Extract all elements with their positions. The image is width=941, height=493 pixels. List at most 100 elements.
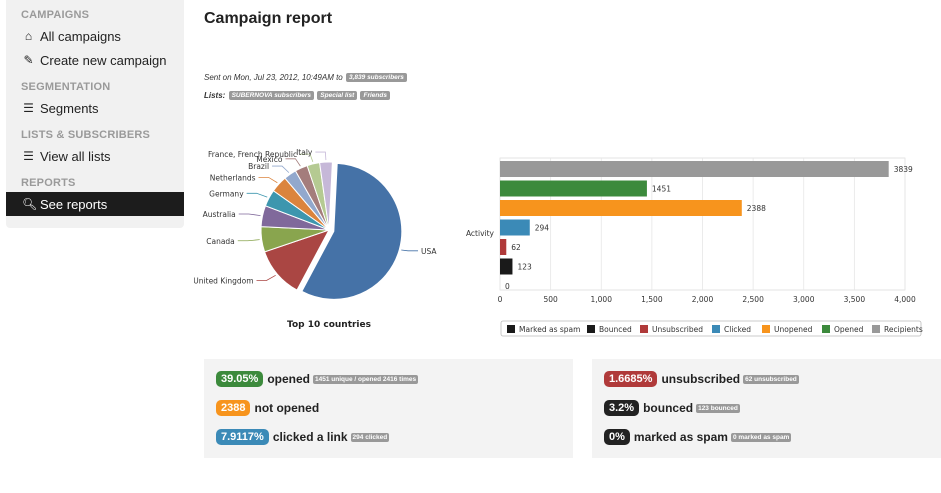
- countries-pie-chart: USA United Kingdom Canada Australia Germany N…: [194, 148, 437, 330]
- stat-label: bounced: [643, 401, 694, 415]
- stat-note-tag: 62 unsubscribed: [743, 374, 799, 384]
- x-tick-label: 3,000: [793, 295, 815, 304]
- x-tick-label: 3,500: [844, 295, 866, 304]
- search-icon: 🔍︎: [22, 197, 38, 211]
- sidebar-item-create-campaign[interactable]: ✎ Create new campaign: [6, 48, 184, 72]
- stat-row: 2388 not opened: [216, 400, 319, 416]
- legend-label: Recipients: [884, 325, 923, 334]
- pie-label: Germany: [209, 189, 244, 198]
- sent-text: Sent on Mon, Jul 23, 2012, 10:49AM to: [204, 73, 343, 82]
- bar: [500, 239, 507, 255]
- stat-row: 3.2% bounced 123 bounced: [604, 400, 740, 416]
- pie-leader-line: [285, 158, 301, 167]
- stat-row: 1.6685% unsubscribed 62 unsubscribed: [604, 371, 799, 387]
- bar-value-label: 62: [511, 243, 521, 252]
- sidebar-item-label: View all lists: [40, 148, 111, 164]
- subscribers-tag: 3,839 subscribers: [346, 73, 407, 83]
- sent-info: Sent on Mon, Jul 23, 2012, 10:49AM to 3,…: [204, 73, 407, 83]
- legend-swatch: [640, 325, 648, 333]
- x-tick-label: 1,500: [641, 295, 663, 304]
- stat-value-badge: 0%: [604, 429, 630, 445]
- stat-note-tag: 0 marked as spam: [730, 432, 792, 442]
- pie-leader-line: [315, 151, 327, 161]
- sidebar-item-label: All campaigns: [40, 28, 121, 44]
- legend-label: Marked as spam: [519, 325, 580, 334]
- stat-value-badge: 2388: [216, 400, 251, 416]
- pie-leader-line: [238, 213, 261, 217]
- stat-label: unsubscribed: [661, 372, 741, 386]
- pie-label: United Kingdom: [194, 276, 253, 285]
- legend-swatch: [507, 325, 515, 333]
- sidebar-heading-segmentation: SEGMENTATION: [21, 81, 111, 93]
- pie-label: Italy: [296, 148, 313, 157]
- home-icon: ⌂: [24, 29, 33, 43]
- bar-value-label: 3839: [894, 165, 913, 174]
- x-tick-label: 1,000: [591, 295, 613, 304]
- stat-note-tag: 123 bounced: [696, 403, 740, 413]
- bar: [500, 219, 530, 236]
- stat-row: 0% marked as spam 0 marked as spam: [604, 429, 792, 445]
- bar: [500, 180, 647, 197]
- pie-label: France, French Republic: [208, 150, 297, 159]
- sidebar-heading-lists: LISTS & SUBSCRIBERS: [21, 129, 151, 141]
- pie-label: Canada: [206, 237, 235, 246]
- list-icon: ☰: [23, 149, 34, 163]
- legend-label: Unopened: [774, 325, 813, 334]
- edit-icon: ✎: [23, 53, 34, 67]
- bar: [500, 161, 889, 177]
- chart-legend: Marked as spam Bounced Unsubscribed Clicked…: [500, 320, 923, 337]
- category-label: Activity: [466, 229, 495, 238]
- list-tag: Special list: [317, 91, 358, 101]
- x-tick-label: 2,500: [742, 295, 764, 304]
- legend-label: Bounced: [599, 325, 632, 334]
- list-icon: ☰: [23, 101, 34, 115]
- pie-leader-line: [237, 239, 260, 242]
- bar-value-label: 0: [505, 282, 510, 291]
- legend-swatch: [587, 325, 595, 333]
- lists-info: Lists: SUBERNOVA subscribers Special lis…: [204, 91, 390, 101]
- stat-row: 7.9117% clicked a link 294 clicked: [216, 429, 390, 445]
- stat-value-badge: 1.6685%: [604, 371, 658, 387]
- sidebar-item-label: Create new campaign: [40, 52, 167, 68]
- x-tick-label: 0: [498, 295, 503, 304]
- stat-value-badge: 39.05%: [216, 371, 264, 387]
- sidebar-item-view-all-lists[interactable]: ☰ View all lists: [6, 144, 184, 168]
- stats-panel-negative: 1.6685% unsubscribed 62 unsubscribed 3.2% bo…: [592, 359, 941, 458]
- stat-note-tag: 294 clicked: [350, 432, 390, 442]
- bar-value-label: 1451: [652, 185, 671, 194]
- stat-note-tag: 1451 unique / opened 2416 times: [312, 374, 419, 384]
- pie-label: Australia: [203, 210, 236, 219]
- legend-swatch: [872, 325, 880, 333]
- stat-value-badge: 7.9117%: [216, 429, 269, 445]
- stat-label: not opened: [254, 401, 320, 415]
- pie-leader-line: [256, 274, 276, 281]
- x-tick-label: 2,000: [692, 295, 714, 304]
- sidebar: CAMPAIGNS ⌂ All campaigns ✎ Create new c…: [6, 0, 184, 228]
- sidebar-item-segments[interactable]: ☰ Segments: [6, 96, 184, 120]
- legend-label: Unsubscribed: [652, 325, 703, 334]
- sidebar-item-see-reports[interactable]: 🔍︎ See reports: [6, 192, 184, 216]
- stat-label: clicked a link: [272, 430, 348, 444]
- sidebar-heading-campaigns: CAMPAIGNS: [21, 9, 90, 21]
- legend-swatch: [822, 325, 830, 333]
- lists-label: Lists:: [204, 91, 226, 100]
- sidebar-item-all-campaigns[interactable]: ⌂ All campaigns: [6, 24, 184, 48]
- stats-panel-engagement: 39.05% opened 1451 unique / opened 2416 ti…: [204, 359, 573, 458]
- legend-swatch: [712, 325, 720, 333]
- stat-label: opened: [267, 372, 310, 386]
- bar-value-label: 2388: [747, 204, 766, 213]
- pie-label: Netherlands: [210, 173, 256, 182]
- pie-title: Top 10 countries: [287, 320, 371, 330]
- sidebar-item-label: Segments: [40, 100, 99, 116]
- page-title: Campaign report: [204, 10, 333, 27]
- list-tag: SUBERNOVA subscribers: [228, 91, 315, 101]
- stat-row: 39.05% opened 1451 unique / opened 2416 ti…: [216, 371, 419, 387]
- sidebar-heading-reports: REPORTS: [21, 177, 76, 189]
- stat-label: marked as spam: [633, 430, 728, 444]
- legend-swatch: [762, 325, 770, 333]
- pie-leader-line: [401, 249, 419, 252]
- legend-label: Clicked: [724, 325, 751, 334]
- x-tick-label: 4,000: [894, 295, 916, 304]
- x-tick-label: 500: [543, 295, 558, 304]
- activity-bar-chart: 0 500 1,000 1,500 2,000 2,500 3,000 3,500 4,000 3…: [466, 157, 923, 337]
